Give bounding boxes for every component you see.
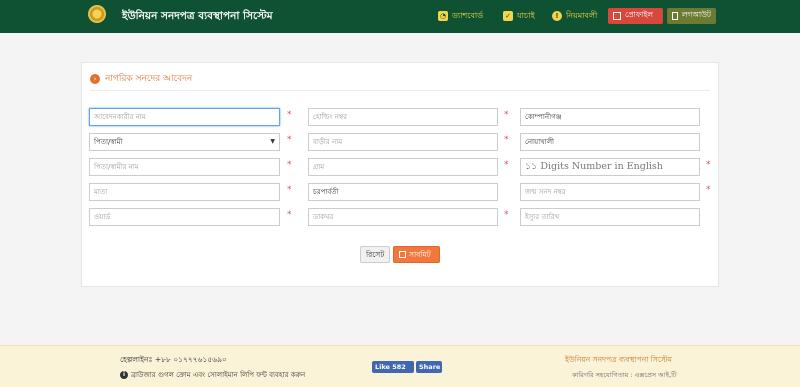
footer-credit: কারিগরি সহযোগিতায় : এক্সপ্রেস আই,টি <box>572 371 677 379</box>
required-mark: * <box>706 185 711 195</box>
holding-number-input[interactable]: হোল্ডিং নম্বর <box>308 108 498 126</box>
house-name-input[interactable]: বাড়ীর নাম <box>308 133 498 151</box>
nav-rules[interactable]: ! নিয়মাবলী <box>552 8 597 24</box>
brand-title[interactable]: ইউনিয়ন সনদপত্র ব্যবস্থাপনা সিস্টেম <box>122 9 273 26</box>
ward-input[interactable]: ওয়ার্ড <box>89 208 280 226</box>
nav-verify-label: যাচাই <box>517 10 535 20</box>
required-mark: * <box>287 185 292 195</box>
info-icon: ! <box>552 11 562 21</box>
applicant-name-input[interactable]: আবেদনকারীর নাম <box>89 108 280 126</box>
logout-label: লগআউট <box>681 10 711 19</box>
birth-certificate-input[interactable]: জন্ম সনদ নম্বর <box>520 183 700 201</box>
required-mark: * <box>504 110 509 120</box>
issue-date-input[interactable]: ইস্যুর তারিখ <box>520 208 700 226</box>
browser-note: i ব্রাউজার গুগল ক্রোম এবং সোলাইমান লিপি … <box>120 369 305 381</box>
reset-button[interactable]: রিসেট <box>360 246 390 263</box>
browser-note-text: ব্রাউজার গুগল ক্রোম এবং সোলাইমান লিপি ফন… <box>131 371 306 379</box>
top-navbar: ইউনিয়ন সনদপত্র ব্যবস্থাপনা সিস্টেম ◔ ড্… <box>0 0 800 33</box>
required-mark: * <box>287 210 292 220</box>
dashboard-icon: ◔ <box>438 11 448 21</box>
info-icon: i <box>120 371 128 379</box>
required-mark: * <box>706 160 711 170</box>
save-icon <box>399 251 406 258</box>
chevron-right-circle-icon: › <box>90 73 100 84</box>
union-input[interactable]: চরপার্বতী <box>308 183 498 201</box>
submit-button[interactable]: সাবমিট <box>393 246 440 263</box>
required-mark: * <box>504 135 509 145</box>
mobile-number-input[interactable]: ১১ Digits Number in English <box>520 158 700 176</box>
submit-label: সাবমিট <box>409 250 431 259</box>
relation-select[interactable]: পিতা/স্বামী <box>89 133 280 151</box>
post-office-input[interactable]: ডাকঘর <box>308 208 498 226</box>
facebook-like-button[interactable]: Like 582 <box>372 361 414 373</box>
footer-system-title: ইউনিয়ন সনদপত্র ব্যবস্থাপনা সিস্টেম <box>565 355 672 364</box>
district-input[interactable]: নোয়াখালী <box>520 133 700 151</box>
nav-dashboard[interactable]: ◔ ড্যাশবোর্ড <box>438 8 483 24</box>
check-square-icon: ✓ <box>503 11 513 21</box>
required-mark: * <box>287 160 292 170</box>
panel-title-text: নাগরিক সনদের আবেদন <box>105 74 193 84</box>
logout-button[interactable]: লগআউট <box>667 8 716 24</box>
profile-button[interactable]: প্রোফাইল <box>608 8 663 24</box>
required-mark: * <box>287 135 292 145</box>
logout-icon <box>672 12 678 20</box>
logo-icon[interactable] <box>88 5 106 23</box>
mother-name-input[interactable]: মাতা <box>89 183 280 201</box>
father-husband-name-input[interactable]: পিতা/স্বামীর নাম <box>89 158 280 176</box>
required-mark: * <box>287 110 292 120</box>
required-mark: * <box>504 210 509 220</box>
panel-divider <box>90 90 710 91</box>
required-mark: * <box>504 160 509 170</box>
helpline-text: হেল্পলাইনঃ +৮৮ ০১৭৭৭৬১৫৬৯০ <box>120 355 227 364</box>
facebook-share-button[interactable]: Share <box>416 361 442 373</box>
external-link-icon <box>613 12 621 20</box>
upazila-input[interactable]: কোম্পানীগঞ্জ <box>520 108 700 126</box>
nav-rules-label: নিয়মাবলী <box>566 10 598 20</box>
nav-verify[interactable]: ✓ যাচাই <box>503 8 535 24</box>
panel-title: › নাগরিক সনদের আবেদন <box>90 71 192 86</box>
village-input[interactable]: গ্রাম <box>308 158 498 176</box>
nav-dashboard-label: ড্যাশবোর্ড <box>452 10 484 20</box>
profile-label: প্রোফাইল <box>625 10 653 19</box>
